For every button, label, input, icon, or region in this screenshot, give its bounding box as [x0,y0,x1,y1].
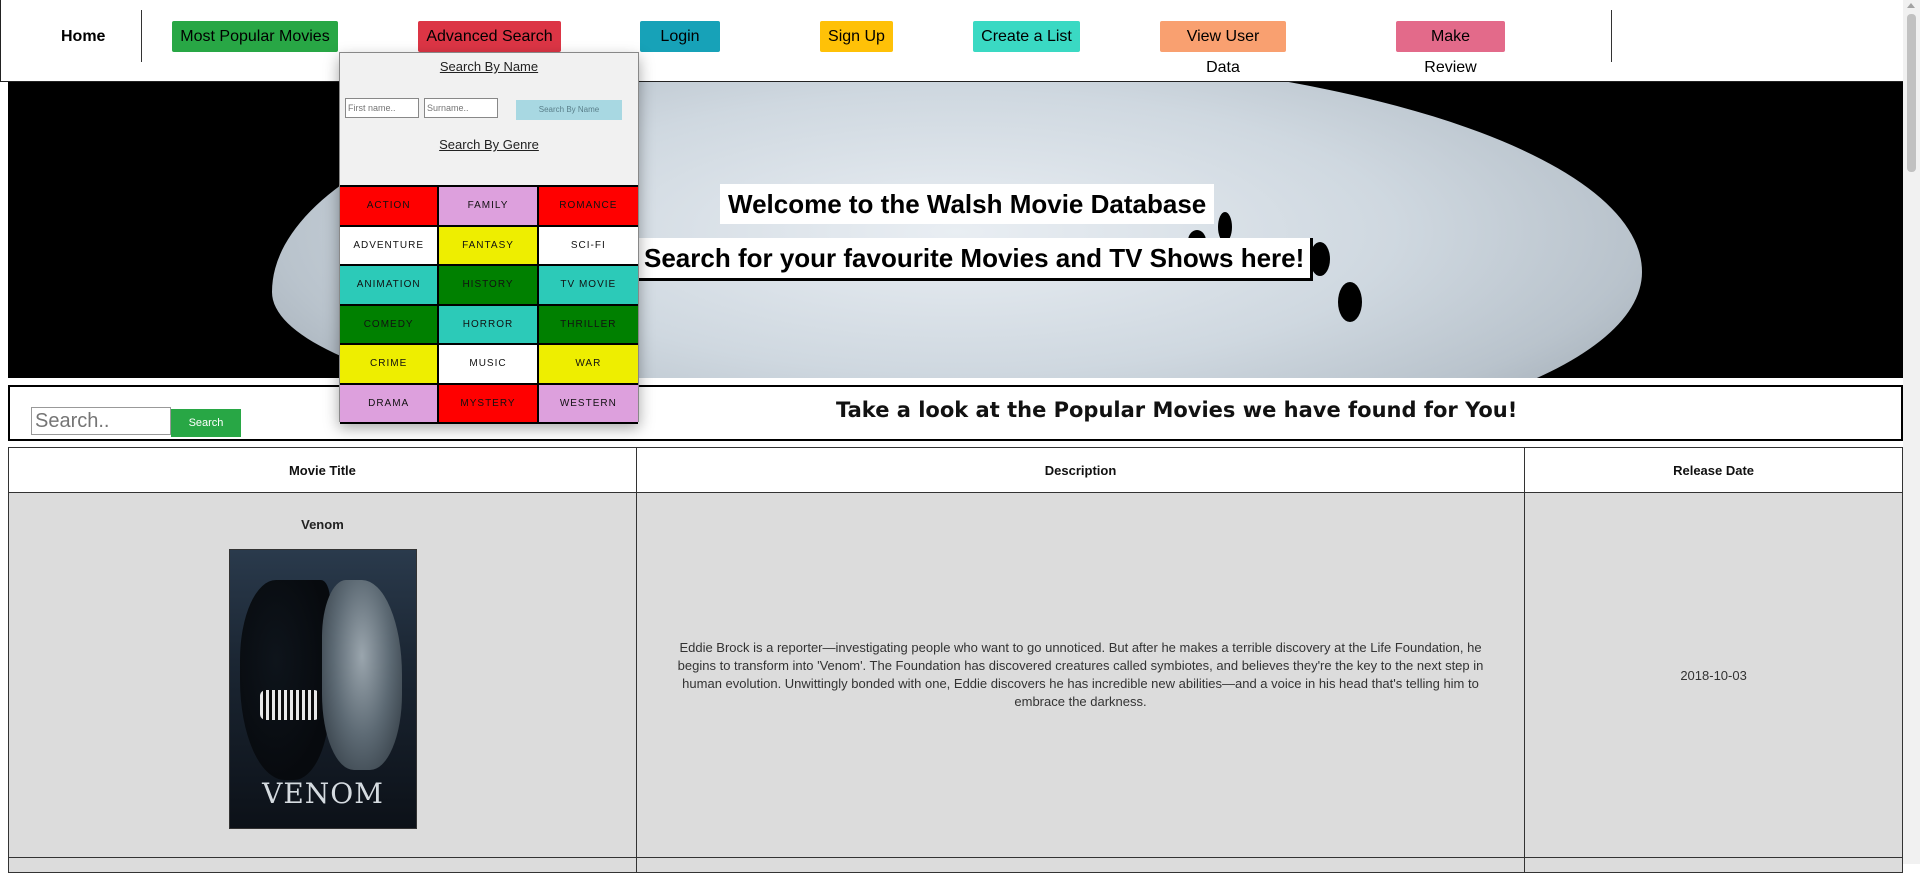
table-cell [1524,857,1903,873]
genre-thriller-button[interactable]: THRILLER [538,305,638,345]
genre-crime-button[interactable]: CRIME [340,345,440,385]
genre-mystery-button[interactable]: MYSTERY [439,384,539,424]
genre-horror-button[interactable]: HORROR [439,305,539,345]
nav-view-user-data-button[interactable]: View User Data [1160,21,1286,76]
poster-teeth [260,690,320,720]
genre-comedy-button[interactable]: COMEDY [340,305,440,345]
scroll-up-arrow-icon[interactable] [1907,3,1915,8]
movie-title-cell: Venom VENOM [8,492,637,858]
search-by-genre-heading[interactable]: Search By Genre [340,137,638,152]
top-navbar: Home Most Popular Movies Advanced Search… [0,0,1903,82]
table-row [8,857,1903,873]
genre-animation-button[interactable]: ANIMATION [340,266,440,306]
poster-venom-face [240,580,330,780]
column-header-description: Description [635,447,1526,493]
movie-release-date: 2018-10-03 [1680,667,1747,683]
genre-tv-movie-button[interactable]: TV MOVIE [538,266,638,306]
genre-music-button[interactable]: MUSIC [439,345,539,385]
genre-action-button[interactable]: ACTION [340,187,440,227]
genre-romance-button[interactable]: ROMANCE [538,187,638,227]
movies-table: Movie Title Description Release Date Ven… [8,447,1903,873]
movie-poster[interactable]: VENOM [229,549,417,829]
popular-movies-bar: Search Take a look at the Popular Movies… [8,385,1903,441]
nav-divider-left [141,10,142,62]
hero-banner: Welcome to the Walsh Movie Database Sear… [8,82,1903,378]
table-header-row: Movie Title Description Release Date [8,447,1903,493]
nav-divider-right [1611,10,1612,62]
genre-adventure-button[interactable]: ADVENTURE [340,226,440,266]
hero-splash-shape [1338,282,1362,322]
movie-title[interactable]: Venom [9,517,636,532]
nav-home-link[interactable]: Home [53,21,113,52]
nav-most-popular-button[interactable]: Most Popular Movies [172,21,338,52]
first-name-input[interactable] [345,98,419,118]
table-cell [8,857,637,873]
search-by-name-heading[interactable]: Search By Name [340,59,638,74]
genre-history-button[interactable]: HISTORY [439,266,539,306]
movie-description-cell: Eddie Brock is a reporter—investigating … [635,492,1526,858]
poster-title-text: VENOM [262,777,384,810]
nav-signup-button[interactable]: Sign Up [820,21,893,52]
scrollbar-thumb[interactable] [1907,14,1916,172]
column-header-release-date: Release Date [1524,447,1903,493]
genre-sci-fi-button[interactable]: SCI-FI [538,226,638,266]
table-row: Venom VENOM Eddie Brock is a reporter—in… [8,492,1903,858]
genre-family-button[interactable]: FAMILY [439,187,539,227]
surname-input[interactable] [424,98,498,118]
genre-drama-button[interactable]: DRAMA [340,384,440,424]
search-by-name-button[interactable]: Search By Name [516,100,622,120]
genre-fantasy-button[interactable]: FANTASY [439,226,539,266]
table-cell [635,857,1526,873]
nav-create-list-button[interactable]: Create a List [973,21,1080,52]
genre-war-button[interactable]: WAR [538,345,638,385]
poster-human-face [322,580,402,770]
movie-description: Eddie Brock is a reporter—investigating … [677,640,1484,709]
advanced-search-dropdown: Search By Name Search By Name Search By … [339,52,639,424]
movie-release-date-cell: 2018-10-03 [1524,492,1903,858]
search-input[interactable] [31,407,171,435]
genre-grid: ACTION FAMILY ROMANCE ADVENTURE FANTASY SCI-F… [340,185,638,424]
nav-advanced-search-button[interactable]: Advanced Search [418,21,561,52]
search-button[interactable]: Search [171,409,241,437]
column-header-movie-title: Movie Title [8,447,637,493]
popular-movies-heading: Take a look at the Popular Movies we hav… [836,398,1518,422]
page-scrollbar[interactable] [1903,0,1920,864]
hero-subtitle: Search for your favourite Movies and TV … [638,238,1314,281]
hero-title: Welcome to the Walsh Movie Database [720,184,1215,224]
genre-western-button[interactable]: WESTERN [538,384,638,424]
nav-login-button[interactable]: Login [640,21,720,52]
nav-make-review-button[interactable]: Make Review [1396,21,1505,76]
